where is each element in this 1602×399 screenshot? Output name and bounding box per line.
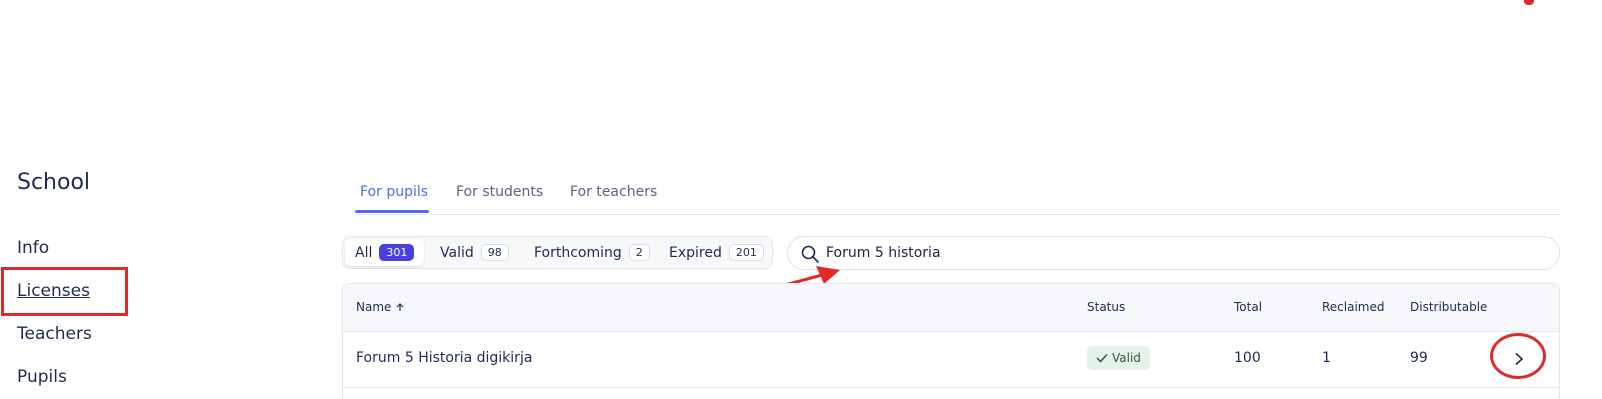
filter-label: Valid: [440, 244, 474, 261]
annotation-mark: [1524, 0, 1534, 5]
sidebar-item-teachers[interactable]: Teachers: [17, 324, 92, 344]
check-icon: [1096, 353, 1108, 363]
annotation-circle: [1490, 333, 1546, 379]
tab-for-students[interactable]: For students: [456, 184, 543, 200]
sidebar-item-pupils[interactable]: Pupils: [17, 367, 67, 387]
column-label: Name: [356, 300, 392, 314]
filter-label: All: [355, 244, 373, 261]
filter-label: Expired: [669, 244, 722, 261]
annotation-box: [1, 267, 128, 316]
filter-count: 301: [379, 244, 415, 261]
search-box[interactable]: [787, 236, 1560, 270]
search-icon: [801, 245, 819, 263]
license-name: Forum 5 Historia digikirja: [356, 350, 533, 366]
table-header: Name Status Total Reclaimed Distributabl…: [343, 284, 1559, 332]
reclaimed-value: 1: [1322, 350, 1331, 366]
licenses-table: Name Status Total Reclaimed Distributabl…: [342, 283, 1560, 399]
column-header-reclaimed: Reclaimed: [1322, 300, 1385, 314]
filter-valid[interactable]: Valid 98: [430, 239, 519, 266]
tab-bar: For pupils For students For teachers: [355, 176, 1560, 215]
page-title: School: [17, 170, 91, 195]
table-row[interactable]: Forum 5 Historia digikirja Valid 100 1 9…: [343, 331, 1559, 388]
active-tab-indicator: [355, 210, 429, 213]
total-value: 100: [1234, 350, 1261, 366]
arrow-up-icon: [396, 303, 404, 311]
column-header-total: Total: [1234, 300, 1263, 314]
filter-count: 98: [480, 244, 509, 261]
filter-label: Forthcoming: [534, 244, 622, 261]
filter-count: 201: [728, 244, 764, 261]
status-label: Valid: [1112, 351, 1141, 365]
search-input[interactable]: [826, 243, 1526, 263]
sidebar-item-info[interactable]: Info: [17, 238, 49, 258]
filter-count: 2: [628, 244, 650, 261]
column-header-distributable: Distributable: [1410, 300, 1488, 314]
column-header-status: Status: [1087, 300, 1126, 314]
tab-for-teachers[interactable]: For teachers: [570, 184, 657, 200]
status-badge: Valid: [1087, 346, 1150, 370]
filter-all[interactable]: All 301: [345, 239, 425, 266]
distributable-value: 99: [1410, 350, 1428, 366]
tab-for-pupils[interactable]: For pupils: [360, 184, 428, 200]
column-header-name[interactable]: Name: [356, 300, 405, 314]
filter-forthcoming[interactable]: Forthcoming 2: [524, 239, 660, 266]
status-filter-group: All 301 Valid 98 Forthcoming 2 Expired 2…: [342, 236, 773, 269]
